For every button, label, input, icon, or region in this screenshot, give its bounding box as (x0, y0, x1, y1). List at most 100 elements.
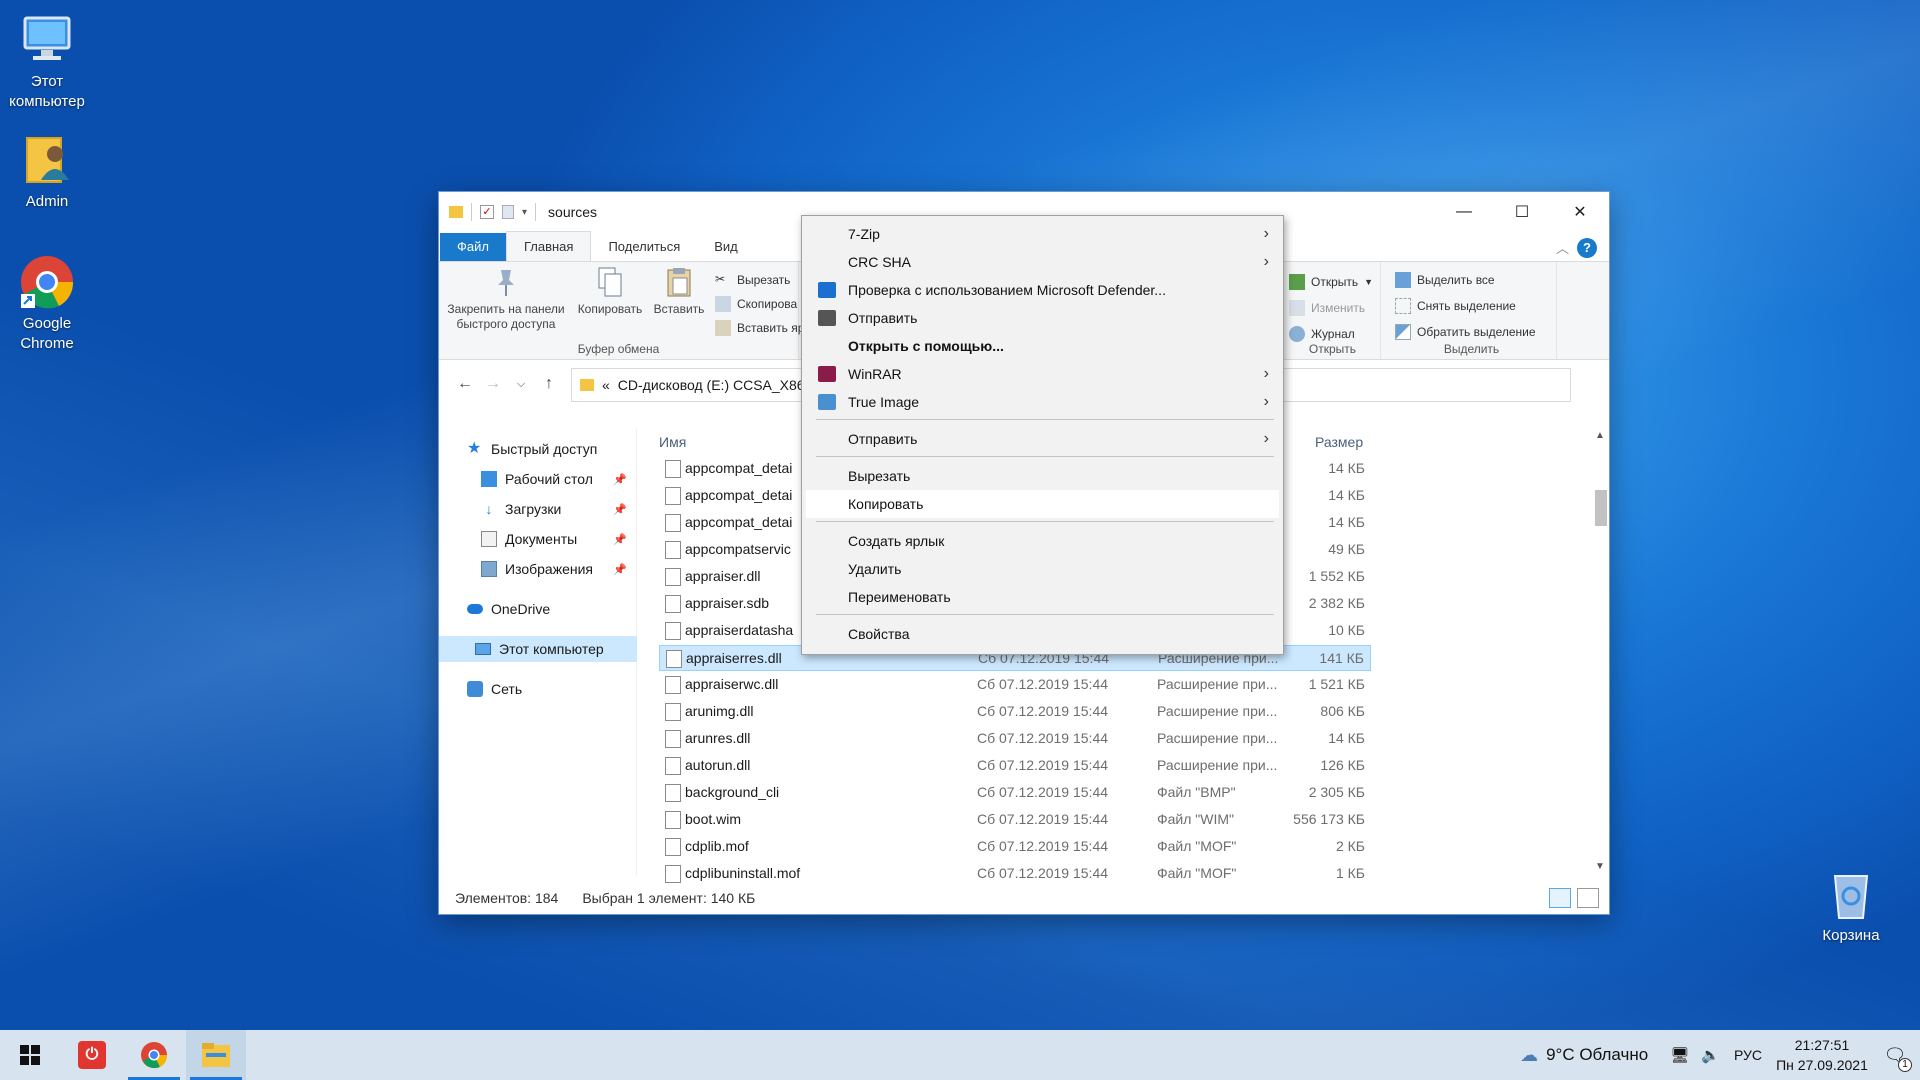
taskbar-app-power[interactable]: ⏻ (62, 1030, 122, 1080)
file-size: 14 КБ (1328, 514, 1365, 530)
select-all-button[interactable]: Выделить все (1395, 270, 1495, 290)
menu-item[interactable]: CRC SHA › (806, 248, 1279, 276)
open-button[interactable]: Открыть ▼ (1289, 272, 1373, 292)
invert-selection-button[interactable]: Обратить выделение (1395, 322, 1536, 342)
taskbar-app-explorer[interactable] (186, 1030, 246, 1080)
nav-desktop[interactable]: Рабочий стол 📌 (439, 466, 637, 492)
paste-shortcut-button[interactable]: Вставить яр (715, 318, 804, 338)
menu-item[interactable]: True Image › (806, 388, 1279, 416)
recent-locations-button[interactable]: ⌵ (507, 378, 535, 391)
forward-button[interactable]: → (479, 375, 507, 393)
tab-view[interactable]: Вид (697, 233, 755, 261)
cut-button[interactable]: ✂ Вырезать (715, 270, 790, 290)
details-view-icon[interactable] (1549, 888, 1571, 908)
menu-item[interactable]: Копировать (806, 490, 1279, 518)
menu-item[interactable]: WinRAR › (806, 360, 1279, 388)
nav-quick-access[interactable]: ★ Быстрый доступ (439, 436, 637, 462)
file-icon (665, 757, 681, 775)
nav-this-pc[interactable]: Этот компьютер (439, 636, 637, 662)
file-icon (665, 703, 681, 721)
paste-button[interactable]: Вставить (649, 266, 709, 317)
tab-home[interactable]: Главная (505, 231, 592, 261)
copy-path-button[interactable]: Скопирова (715, 294, 797, 314)
file-name: appraiserdatasha (685, 622, 794, 638)
collapse-ribbon-icon[interactable]: ︿ (1556, 238, 1569, 257)
desktop-icon-this-pc[interactable]: Этот компьютер (0, 12, 94, 112)
window-title: sources (548, 204, 598, 220)
breadcrumb[interactable]: CD-дисковод (E:) CCSA_X86 (618, 377, 805, 393)
desktop-icon-chrome[interactable]: Google Chrome (0, 254, 94, 354)
column-header-name[interactable]: Имя (659, 434, 686, 450)
pin-icon[interactable]: 📌 (613, 563, 627, 576)
minimize-button[interactable]: — (1435, 192, 1493, 232)
taskbar-app-chrome[interactable] (124, 1030, 184, 1080)
file-row[interactable]: appraiserwc.dll Сб 07.12.2019 15:44 Расшир… (659, 672, 1371, 698)
menu-item[interactable]: Проверка с использованием Microsoft Defe… (806, 276, 1279, 304)
language-indicator[interactable]: РУС (1734, 1047, 1762, 1063)
nav-network[interactable]: Сеть (439, 676, 637, 702)
menu-item[interactable]: Открыть с помощью... (806, 332, 1279, 360)
scroll-down-icon[interactable]: ▼ (1595, 861, 1605, 872)
file-row[interactable]: boot.wim Сб 07.12.2019 15:44 Файл "WIM" 556… (659, 807, 1371, 833)
breadcrumb-overflow[interactable]: « (602, 377, 610, 393)
edit-button[interactable]: Изменить (1289, 298, 1365, 318)
network-tray-icon[interactable]: 🖥 (1670, 1046, 1689, 1064)
notification-center-button[interactable]: 🗨 1 (1870, 1030, 1920, 1080)
menu-item-label: Отправить (848, 310, 918, 326)
nav-onedrive[interactable]: OneDrive (439, 596, 637, 622)
pin-icon[interactable]: 📌 (613, 533, 627, 546)
pin-quick-access-button[interactable]: Закрепить на панели быстрого доступа (443, 266, 569, 332)
cloud-weather-icon[interactable]: ☁ (1520, 1045, 1538, 1066)
file-row[interactable]: background_cli Сб 07.12.2019 15:44 Файл "B… (659, 780, 1371, 806)
desktop-icon-label: Корзина (1822, 927, 1880, 944)
menu-item[interactable]: Свойства (806, 620, 1279, 648)
large-icons-view-icon[interactable] (1577, 888, 1599, 908)
desktop-icon-admin[interactable]: Admin (0, 132, 94, 212)
menu-item[interactable]: 7-Zip › (806, 220, 1279, 248)
menu-item[interactable]: Отправить › (806, 425, 1279, 453)
menu-item[interactable]: Вырезать (806, 462, 1279, 490)
nav-downloads[interactable]: ↓ Загрузки 📌 (439, 496, 637, 522)
scroll-thumb[interactable] (1595, 490, 1607, 526)
new-folder-icon[interactable] (502, 205, 514, 219)
maximize-button[interactable]: ☐ (1493, 192, 1551, 232)
menu-item[interactable]: Переименовать (806, 583, 1279, 611)
desktop-icon-recycle-bin[interactable]: Корзина (1804, 866, 1898, 946)
ribbon-group-label: Открыть (1308, 342, 1357, 356)
start-button[interactable] (0, 1030, 60, 1080)
file-row[interactable]: arunres.dll Сб 07.12.2019 15:44 Расширение… (659, 726, 1371, 752)
clock[interactable]: 21:27:51 Пн 27.09.2021 (1774, 1035, 1870, 1075)
pin-icon[interactable]: 📌 (613, 503, 627, 516)
file-name: arunimg.dll (685, 703, 754, 719)
history-button[interactable]: Журнал (1289, 324, 1355, 344)
pin-icon[interactable]: 📌 (613, 473, 627, 486)
tab-file[interactable]: Файл (440, 233, 506, 261)
qat-dropdown-icon[interactable]: ▾ (522, 207, 527, 218)
volume-icon[interactable]: 🔈 (1701, 1046, 1720, 1064)
menu-item[interactable]: Удалить (806, 555, 1279, 583)
menu-item-label: Проверка с использованием Microsoft Defe… (848, 282, 1166, 298)
desktop-icon-label: компьютер (9, 93, 85, 110)
help-icon[interactable]: ? (1577, 238, 1597, 258)
file-row[interactable]: arunimg.dll Сб 07.12.2019 15:44 Расширение… (659, 699, 1371, 725)
file-row[interactable]: autorun.dll Сб 07.12.2019 15:44 Расширение… (659, 753, 1371, 779)
tab-share[interactable]: Поделиться (591, 233, 697, 261)
back-button[interactable]: ← (451, 375, 479, 393)
file-row[interactable]: cdplib.mof Сб 07.12.2019 15:44 Файл "MOF" 2… (659, 834, 1371, 860)
weather-widget[interactable]: 9°C Облачно (1546, 1045, 1648, 1065)
file-name: cdplib.mof (685, 838, 749, 854)
close-button[interactable]: ✕ (1551, 192, 1609, 232)
vertical-scrollbar[interactable]: ▲ ▼ (1591, 428, 1609, 876)
column-header-size[interactable]: Размер (1315, 434, 1363, 450)
paste-icon (664, 266, 694, 298)
menu-item[interactable]: Отправить (806, 304, 1279, 332)
select-none-button[interactable]: Снять выделение (1395, 296, 1516, 316)
scroll-up-icon[interactable]: ▲ (1595, 430, 1605, 441)
file-name: boot.wim (685, 811, 742, 827)
nav-documents[interactable]: Документы 📌 (439, 526, 637, 552)
nav-pictures[interactable]: Изображения 📌 (439, 556, 637, 582)
up-button[interactable]: ↑ (535, 375, 563, 393)
menu-item[interactable]: Создать ярлык (806, 527, 1279, 555)
copy-button[interactable]: Копировать (573, 266, 647, 317)
properties-checkbox-icon[interactable]: ✓ (480, 205, 494, 219)
